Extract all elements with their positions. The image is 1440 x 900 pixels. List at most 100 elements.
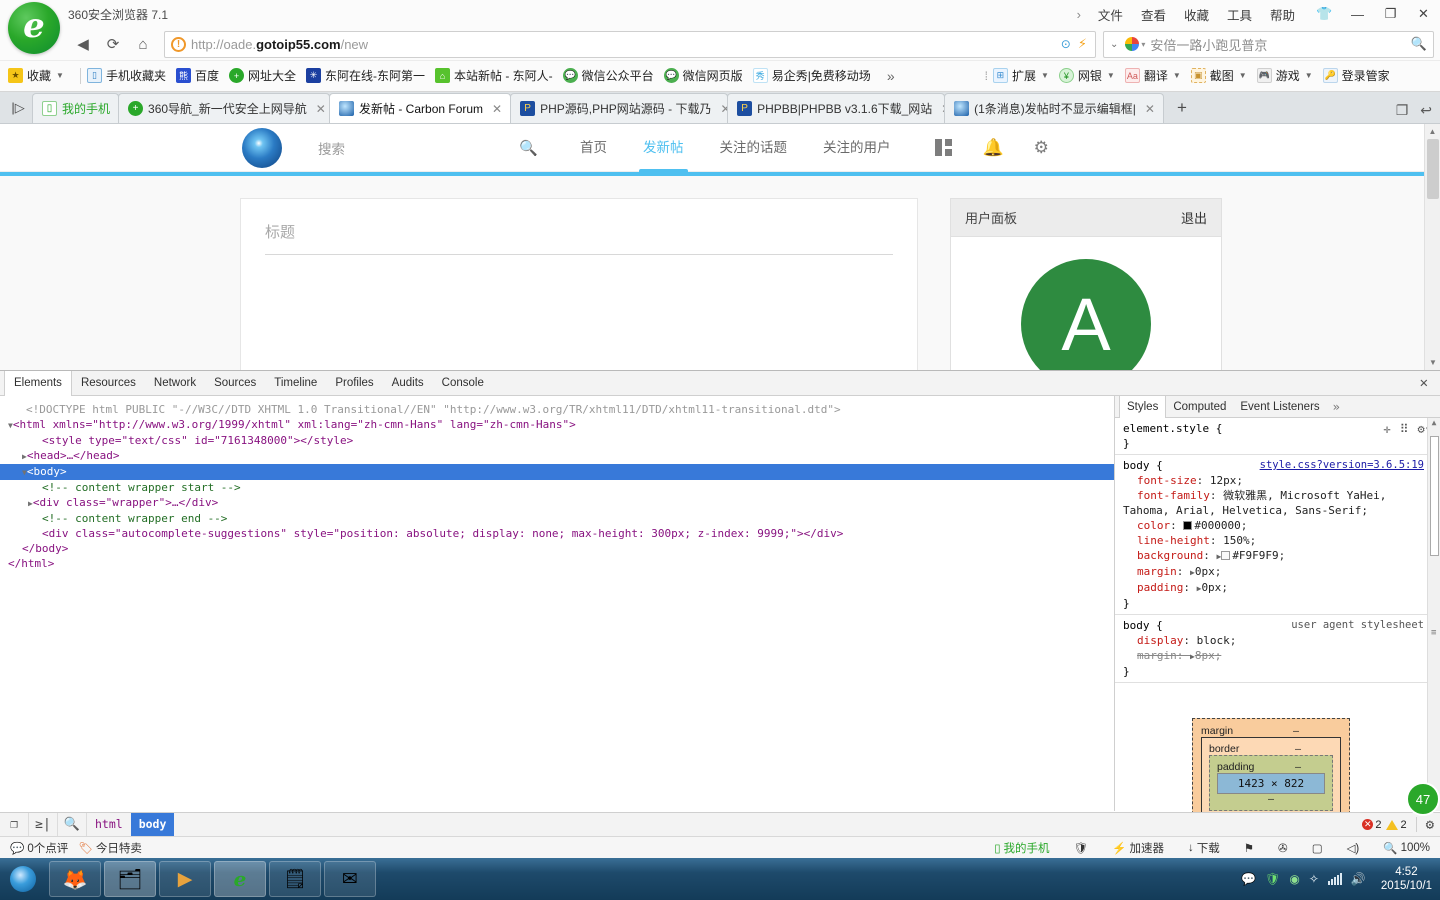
gear-icon[interactable]: ⚙ [1034,138,1049,158]
dom-line-selected[interactable]: ▼<body> [0,464,1114,480]
search-engine-icon[interactable] [1125,37,1140,51]
color-swatch-icon[interactable] [1183,521,1193,530]
styles-tab-computed[interactable]: Computed [1166,396,1233,418]
chevron-down-icon[interactable]: ⌄ [1110,39,1118,50]
undo-close-tab-icon[interactable]: ↩ [1420,102,1432,119]
taskbar-app-firefox[interactable]: 🦊 [49,861,101,897]
start-button[interactable] [0,859,46,899]
translate-page-icon[interactable]: ⊙ [1061,37,1071,51]
style-property[interactable]: background: ▶ #F9F9F9; [1123,548,1424,564]
menu-help[interactable]: 帮助 [1261,5,1304,24]
style-property[interactable]: color: #000000; [1123,518,1424,533]
dom-line[interactable]: </body> [0,541,1114,556]
status-downloads[interactable]: ↓ 下载 [1188,840,1220,856]
float-badge[interactable]: 47 [1406,782,1440,816]
dom-line[interactable]: ▶<div class="wrapper">…</div> [0,495,1114,511]
toolbar-extensions[interactable]: ⊞ 扩展 ▼ [992,67,1049,84]
new-tab-button[interactable]: + [1169,95,1195,121]
dom-line[interactable]: <!-- content wrapper start --> [0,480,1114,495]
nav-item-followed-topics[interactable]: 关注的话题 [702,124,806,172]
devtools-tab-profiles[interactable]: Profiles [326,371,382,396]
tab-forum-message[interactable]: (1条消息)发帖时不显示编辑框| ✕ [944,93,1164,123]
search-bar[interactable]: ⌄ ▾ 安倍一路小跑见普京 🔍 [1103,30,1434,58]
dom-tree[interactable]: <!DOCTYPE html PUBLIC "-//W3C//DTD XHTML… [0,396,1115,811]
devtools-tab-network[interactable]: Network [145,371,205,396]
logout-link[interactable]: 退出 [1181,208,1207,227]
menu-view[interactable]: 查看 [1132,5,1175,24]
bookmark-new-posts[interactable]: ⌂ 本站新帖 - 东阿人- [434,67,553,84]
site-logo-icon[interactable] [242,127,282,168]
grid-icon[interactable] [934,138,953,157]
color-swatch-icon[interactable] [1221,551,1231,560]
status-zoom[interactable]: 🔍 100% [1383,841,1430,855]
restore-tab-icon[interactable]: ❐ [1396,102,1409,119]
close-icon[interactable]: ✕ [1407,1,1440,28]
toolbar-drag-handle[interactable]: ⁞ [985,69,989,83]
inspect-icon[interactable]: ≥| [29,813,58,836]
warning-count-badge[interactable]: 2 [1386,819,1407,831]
devtools-tab-timeline[interactable]: Timeline [265,371,326,396]
search-icon[interactable]: 🔍 [519,139,538,157]
search-engine-caret-icon[interactable]: ▾ [1141,40,1145,49]
taskbar-app-explorer[interactable]: 🗂 [104,861,156,897]
dom-line[interactable]: <style type="text/css" id="7161348000"><… [0,433,1114,448]
styles-tab-styles[interactable]: Styles [1119,395,1167,418]
status-accelerator[interactable]: ⚡ 加速器 [1112,840,1164,856]
chevron-down-icon[interactable]: ▼ [1305,71,1313,80]
toolbar-games[interactable]: 🎮 游戏 ▼ [1256,67,1313,84]
status-reviews[interactable]: 💬 0个点评 [10,840,68,856]
search-input[interactable]: 安倍一路小跑见普京 [1150,35,1267,54]
status-privacy[interactable]: ✇ [1278,841,1288,855]
styles-tabs-overflow-icon[interactable]: » [1327,400,1346,414]
dom-line[interactable]: <!DOCTYPE html PUBLIC "-//W3C//DTD XHTML… [0,402,1114,417]
post-title-input[interactable]: 标题 [265,221,893,255]
tab-close-icon[interactable]: ✕ [492,102,502,116]
taskbar-clock[interactable]: 4:52 2015/10/1 [1375,865,1432,893]
box-model-border[interactable]: border – padding – 1423 × 822 – [1201,737,1341,817]
scroll-down-arrow-icon[interactable]: ▼ [1425,355,1440,370]
security-shield-icon[interactable]: ! [171,36,186,52]
taskbar-app-mail[interactable]: ✉ [324,861,376,897]
style-property[interactable]: font-family: 微软雅黑, Microsoft YaHei, Taho… [1123,488,1424,518]
breadcrumb-html[interactable]: html [87,813,131,836]
style-property[interactable]: margin: ▶8px; [1123,648,1424,664]
style-property[interactable]: padding: ▶0px; [1123,580,1424,596]
minimize-icon[interactable]: — [1341,1,1374,28]
scrollbar-thumb[interactable] [1427,139,1439,199]
tab-carbon-forum[interactable]: 发新帖 - Carbon Forum ✕ [329,93,512,123]
chevron-right-icon[interactable]: › [1069,7,1089,22]
style-rule-ua[interactable]: body { user agent stylesheet display: bl… [1115,615,1440,683]
shield-icon[interactable]: 🛡 [1265,872,1280,886]
devtools-tab-audits[interactable]: Audits [383,371,433,396]
skin-shirt-icon[interactable]: 👕 [1308,1,1341,28]
tab-close-icon[interactable]: ✕ [316,102,326,116]
chevron-down-icon[interactable]: ▼ [56,71,64,80]
style-property[interactable]: line-height: 150%; [1123,533,1424,548]
nav-item-home[interactable]: 首页 [562,124,625,172]
devtools-tab-resources[interactable]: Resources [72,371,145,396]
toolbar-translate[interactable]: Aa 翻译 ▼ [1124,67,1181,84]
taskbar-app-notes[interactable]: 🗒 [269,861,321,897]
reload-button[interactable]: ⟳ [98,30,128,58]
bookmark-donga-online[interactable]: ✳ 东阿在线-东阿第一 [305,67,425,84]
messenger-icon[interactable]: 💬 [1241,872,1256,886]
360-icon[interactable]: ◉ [1289,872,1299,886]
scroll-up-arrow-icon[interactable]: ▲ [1425,124,1440,139]
network-icon[interactable] [1327,873,1342,885]
status-security[interactable]: 🛡 [1074,841,1089,855]
toolbar-screenshot[interactable]: ▣ 截图 ▼ [1190,67,1247,84]
dom-line[interactable]: <div class="autocomplete-suggestions" st… [0,526,1114,541]
bookmark-wechat-web[interactable]: 💬 微信网页版 [663,67,743,84]
devtools-tab-sources[interactable]: Sources [205,371,265,396]
tab-360-nav[interactable]: + 360导航_新一代安全上网导航 ✕ [118,93,331,123]
avatar[interactable]: A [1021,259,1151,370]
devtools-tab-elements[interactable]: Elements [4,370,72,396]
devtools-close-icon[interactable]: ✕ [1420,375,1440,391]
tab-my-phone[interactable]: ▯ 我的手机 [32,93,120,123]
rule-source-link[interactable]: style.css?version=3.6.5:19 [1260,458,1424,473]
devtools-tab-console[interactable]: Console [433,371,493,396]
bookmark-eqxiu[interactable]: 秀 易企秀|免费移动场 [752,67,871,84]
status-flag[interactable]: ⚑ [1244,841,1254,855]
style-rule-body[interactable]: body { style.css?version=3.6.5:19 font-s… [1115,455,1440,615]
back-button[interactable]: ◀ [68,30,98,58]
